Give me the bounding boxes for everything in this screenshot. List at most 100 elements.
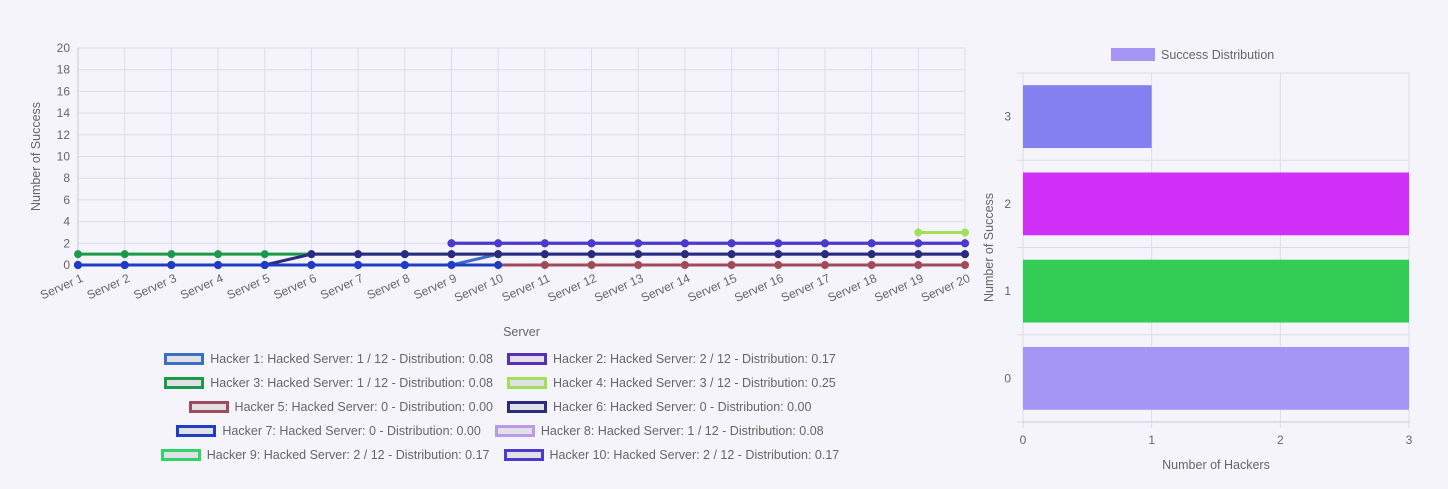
data-point bbox=[680, 261, 689, 269]
x-tick-label: Server 3 bbox=[131, 271, 178, 302]
data-point bbox=[214, 250, 223, 259]
data-point bbox=[540, 239, 549, 248]
y-tick-label: 8 bbox=[63, 171, 70, 185]
data-point bbox=[167, 261, 176, 269]
data-point bbox=[820, 239, 829, 248]
bar-chart: Success Distribution 0 1 2 3 0 1 2 3 Number of Ha… bbox=[982, 48, 1413, 472]
data-point bbox=[634, 239, 643, 248]
legend-item-hacker-7[interactable]: Hacker 7: Hacked Server: 0 - Distributio… bbox=[176, 424, 481, 438]
y-tick-label: 6 bbox=[63, 193, 70, 207]
y-tick-label: 20 bbox=[57, 41, 71, 55]
legend-label: Hacker 4: Hacked Server: 3 / 12 - Distri… bbox=[553, 376, 836, 390]
data-point bbox=[494, 239, 503, 248]
y-tick-label: 0 bbox=[63, 258, 70, 272]
legend-item-hacker-9[interactable]: Hacker 9: Hacked Server: 2 / 12 - Distri… bbox=[160, 448, 490, 462]
x-axis-title: Server bbox=[503, 325, 540, 339]
legend-item-hacker-2[interactable]: Hacker 2: Hacked Server: 2 / 12 - Distri… bbox=[507, 352, 836, 366]
legend-item-hacker-4[interactable]: Hacker 4: Hacked Server: 3 / 12 - Distri… bbox=[507, 376, 836, 390]
series-hacker-5 bbox=[494, 261, 969, 269]
data-point bbox=[914, 250, 923, 259]
data-point bbox=[400, 250, 409, 259]
bar-0 bbox=[1023, 346, 1409, 410]
legend-item-hacker-5[interactable]: Hacker 5: Hacked Server: 0 - Distributio… bbox=[188, 400, 493, 414]
legend-label: Hacker 6: Hacked Server: 0 - Distributio… bbox=[553, 400, 812, 414]
data-point bbox=[914, 228, 923, 237]
data-point bbox=[354, 250, 363, 259]
data-point bbox=[867, 239, 876, 248]
x-tick-label: Server 18 bbox=[826, 271, 880, 305]
line-chart-grid bbox=[77, 47, 966, 271]
data-point bbox=[447, 261, 456, 269]
data-point bbox=[680, 250, 689, 259]
legend-label: Hacker 10: Hacked Server: 2 / 12 - Distr… bbox=[549, 448, 840, 462]
data-point bbox=[354, 261, 363, 269]
data-point bbox=[167, 250, 176, 259]
series-hacker-10 bbox=[447, 239, 969, 248]
y-tick-label: 1 bbox=[1004, 284, 1011, 298]
data-point bbox=[447, 250, 456, 259]
x-tick-label: Server 15 bbox=[686, 271, 740, 305]
data-point bbox=[867, 250, 876, 259]
legend-label: Hacker 9: Hacked Server: 2 / 12 - Distri… bbox=[206, 448, 490, 462]
y-axis-title: Number of Success bbox=[29, 102, 43, 211]
x-tick-label: Server 5 bbox=[225, 271, 272, 302]
data-point bbox=[961, 228, 969, 237]
data-point bbox=[307, 250, 316, 259]
y-tick-label: 12 bbox=[57, 128, 71, 142]
data-point bbox=[680, 239, 689, 248]
data-point bbox=[961, 250, 969, 259]
x-tick-label: 3 bbox=[1406, 433, 1413, 447]
x-tick-label: Server 8 bbox=[365, 271, 412, 302]
legend-swatch bbox=[164, 377, 205, 389]
legend-item-hacker-10[interactable]: Hacker 10: Hacked Server: 2 / 12 - Distr… bbox=[503, 448, 840, 462]
data-point bbox=[74, 250, 82, 259]
data-point bbox=[727, 261, 736, 269]
data-point bbox=[214, 261, 223, 269]
legend-item-hacker-8[interactable]: Hacker 8: Hacked Server: 1 / 12 - Distri… bbox=[494, 424, 824, 438]
data-point bbox=[260, 261, 269, 269]
x-tick-label: 0 bbox=[1020, 433, 1027, 447]
data-point bbox=[867, 261, 876, 269]
data-point bbox=[914, 239, 923, 248]
chart-stage: 0 2 4 6 8 10 12 14 16 18 20 Server 1 Server 2 Server … bbox=[0, 0, 1448, 489]
legend-item-hacker-3[interactable]: Hacker 3: Hacked Server: 1 / 12 - Distri… bbox=[164, 376, 493, 390]
data-point bbox=[634, 250, 643, 259]
data-point bbox=[587, 261, 596, 269]
data-point bbox=[961, 239, 969, 248]
y-axis-title: Number of Success bbox=[982, 193, 996, 302]
x-tick-label: Server 11 bbox=[500, 271, 553, 305]
data-point bbox=[74, 261, 82, 269]
x-tick-label: Server 17 bbox=[779, 271, 833, 305]
y-tick-label: 16 bbox=[57, 84, 71, 98]
y-tick-label: 0 bbox=[1004, 371, 1011, 385]
y-tick-label: 2 bbox=[1004, 197, 1011, 211]
data-point bbox=[774, 250, 783, 259]
legend-swatch bbox=[503, 449, 544, 461]
data-point bbox=[494, 250, 503, 259]
legend-row: Hacker 1: Hacked Server: 1 / 12 - Distri… bbox=[164, 350, 836, 368]
data-point bbox=[587, 239, 596, 248]
x-tick-label: Server 16 bbox=[732, 271, 786, 305]
legend-item-hacker-6[interactable]: Hacker 6: Hacked Server: 0 - Distributio… bbox=[507, 400, 811, 414]
line-chart-legend: Hacker 1: Hacked Server: 1 / 12 - Distri… bbox=[60, 350, 940, 464]
y-tick-label: 2 bbox=[63, 236, 70, 250]
data-point bbox=[494, 261, 503, 269]
x-tick-label: 1 bbox=[1148, 433, 1155, 447]
series-hacker-4 bbox=[914, 228, 969, 237]
x-tick-label: Server 12 bbox=[546, 271, 600, 305]
data-point bbox=[820, 250, 829, 259]
data-point bbox=[400, 261, 409, 269]
bar-1 bbox=[1023, 259, 1409, 323]
data-point bbox=[774, 239, 783, 248]
legend-swatch bbox=[494, 425, 535, 437]
series-hacker-7 bbox=[74, 261, 503, 269]
data-point bbox=[447, 239, 456, 248]
legend-label: Success Distribution bbox=[1161, 48, 1274, 62]
legend-row: Hacker 9: Hacked Server: 2 / 12 - Distri… bbox=[160, 446, 840, 464]
legend-item-hacker-1[interactable]: Hacker 1: Hacked Server: 1 / 12 - Distri… bbox=[164, 352, 493, 366]
data-point bbox=[260, 250, 269, 259]
series-line bbox=[78, 252, 965, 267]
legend-swatch bbox=[164, 353, 205, 365]
y-tick-label: 14 bbox=[57, 106, 71, 120]
legend-label: Hacker 3: Hacked Server: 1 / 12 - Distri… bbox=[210, 376, 493, 390]
